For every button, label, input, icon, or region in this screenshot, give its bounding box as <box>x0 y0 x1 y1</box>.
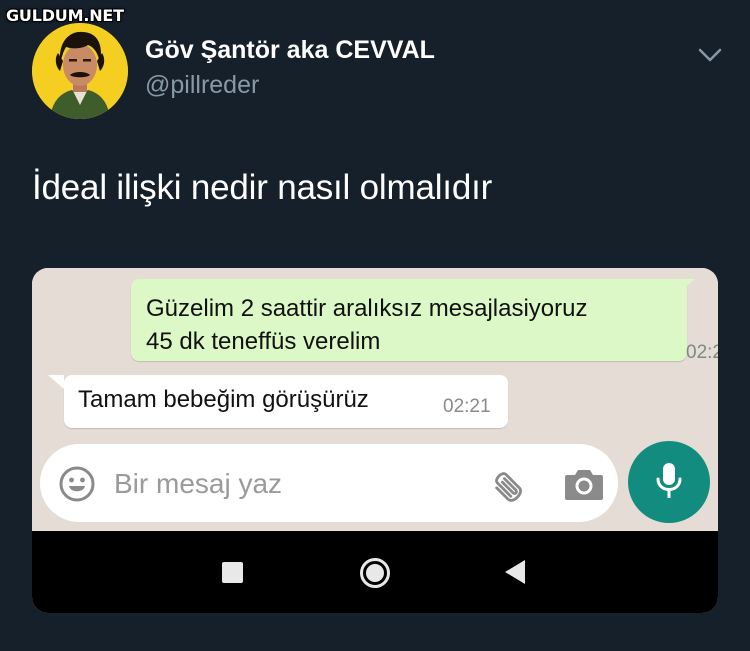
avatar[interactable] <box>32 23 128 119</box>
chat-screenshot: Güzelim 2 saattir aralıksız mesajlasiyor… <box>32 268 718 613</box>
microphone-icon <box>656 463 682 498</box>
chat-area: Güzelim 2 saattir aralıksız mesajlasiyor… <box>32 268 718 531</box>
camera-icon[interactable] <box>563 465 605 503</box>
home-icon[interactable] <box>359 557 391 589</box>
incoming-bubble-tail <box>48 375 64 389</box>
paperclip-icon[interactable] <box>488 465 528 505</box>
message-text: Tamam bebeğim görüşürüz <box>78 386 369 413</box>
chevron-down-icon[interactable] <box>697 45 723 65</box>
microphone-button[interactable] <box>628 441 710 523</box>
user-handle[interactable]: @pillreder <box>145 71 259 100</box>
message-text-line: Güzelim 2 saattir aralıksız mesajlasiyor… <box>146 295 588 322</box>
message-composer <box>40 444 618 522</box>
avatar-image <box>32 23 128 119</box>
back-icon[interactable] <box>504 559 526 585</box>
android-navigation-bar <box>32 531 718 613</box>
incoming-message[interactable]: Tamam bebeğim görüşürüz 02:21 <box>64 375 508 428</box>
emoji-icon[interactable] <box>58 465 96 503</box>
recent-apps-icon[interactable] <box>222 562 243 583</box>
message-input[interactable] <box>114 466 454 502</box>
message-text-line: 45 dk teneffüs verelim <box>146 328 381 355</box>
message-time: 02:21 <box>686 342 718 363</box>
message-time: 02:21 <box>443 396 491 417</box>
tweet-text: İdeal ilişki nedir nasıl olmalıdır <box>32 168 493 207</box>
outgoing-message[interactable]: Güzelim 2 saattir aralıksız mesajlasiyor… <box>131 279 718 363</box>
display-name[interactable]: Göv Şantör aka CEVVAL <box>145 36 435 65</box>
watermark: GULDUM.NET <box>6 6 124 25</box>
